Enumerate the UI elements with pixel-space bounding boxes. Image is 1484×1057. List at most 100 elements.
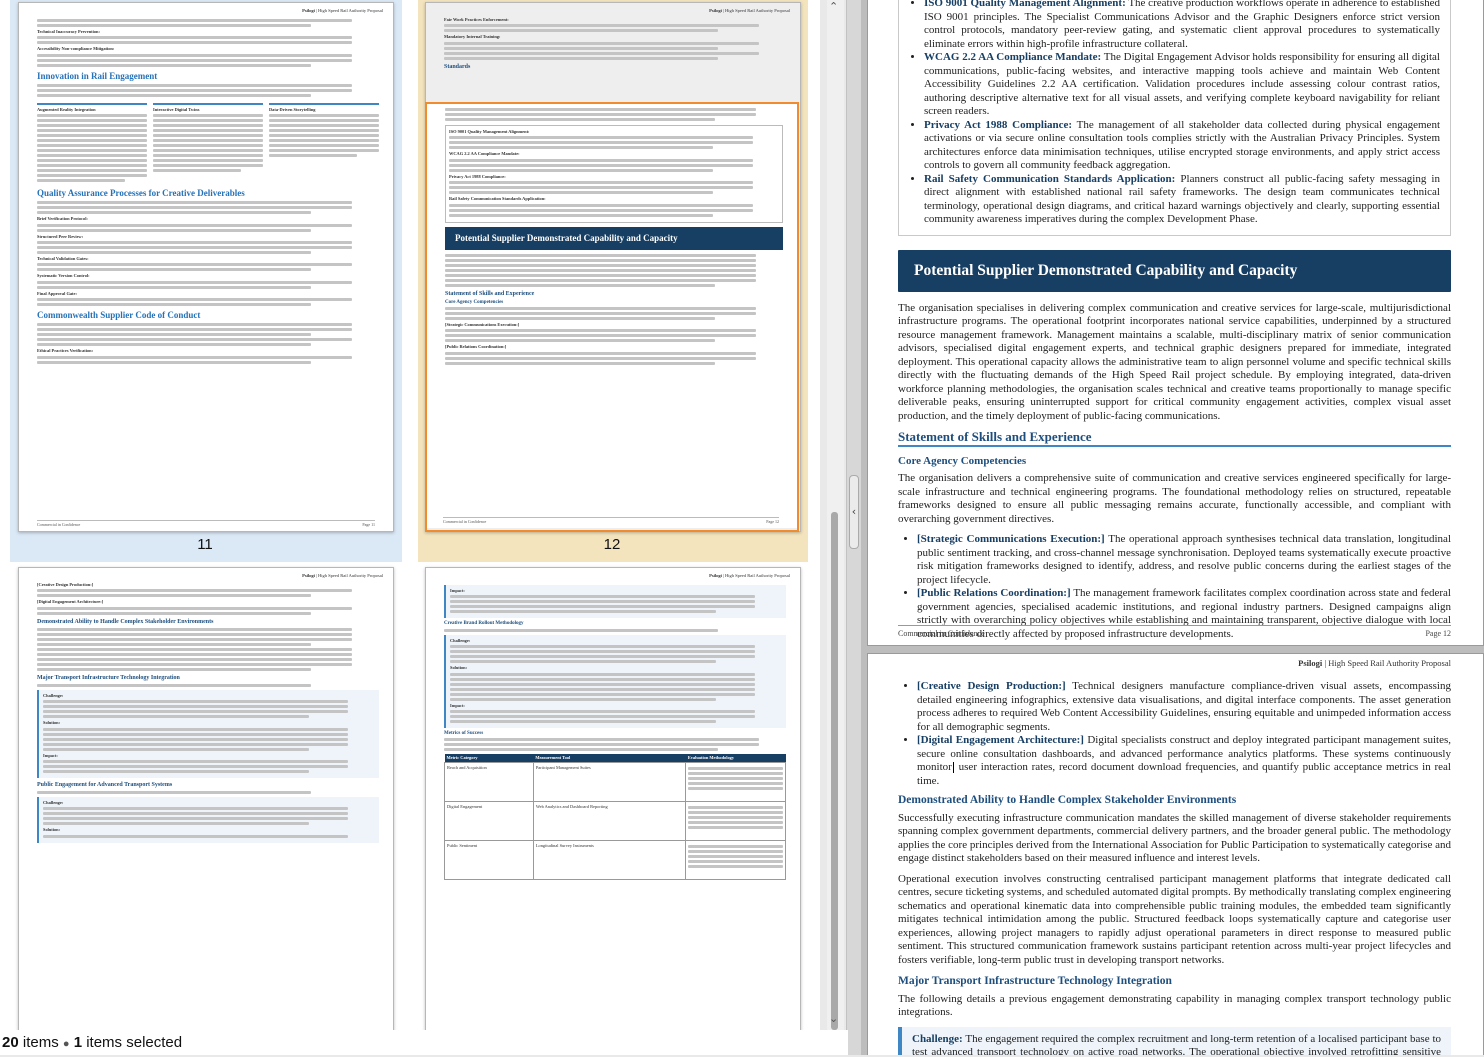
thumb-bullet: Fair Work Practices Enforcement: — [444, 17, 509, 22]
list-item: ISO 9001 Quality Management Alignment: T… — [924, 0, 1440, 51]
preview-page-12: ISO 9001 Quality Management Alignment: T… — [867, 0, 1484, 646]
thumb-content: [Creative Design Production:] [Digital E… — [37, 582, 379, 846]
thumb-heading: Standards — [444, 63, 471, 70]
skills-heading: Statement of Skills and Experience — [898, 430, 1451, 447]
thumb-bullet: Structured Peer Review: — [37, 233, 84, 239]
footer-rule — [898, 625, 1451, 626]
thumb-header: Psilogi | High Speed Rail Authority Prop… — [302, 8, 383, 13]
selected-label: items selected — [86, 1034, 183, 1051]
thumbnail-page-13[interactable]: Psilogi | High Speed Rail Authority Prop… — [18, 567, 394, 1030]
scroll-down-icon[interactable]: ⌄ — [829, 1012, 838, 1025]
thumbnail-page-14[interactable]: Psilogi | High Speed Rail Authority Prop… — [425, 567, 801, 1030]
thumb-content: Technical Inaccuracy Prevention: Accessi… — [37, 17, 379, 366]
thumbnail-page-number: 12 — [603, 536, 621, 553]
thumb-bullet: Rail Safety Communication Standards Appl… — [449, 196, 546, 202]
integration-paragraph: The following details a previous engagem… — [898, 992, 1451, 1019]
capability-paragraph: The organisation specialises in deliveri… — [898, 301, 1451, 422]
thumb-footer: Commercial in Confidence Page 11 — [37, 520, 375, 527]
thumb-bullet: Systematic Version Control: — [37, 273, 90, 279]
thumb-header: Psilogi | High Speed Rail Authority Prop… — [709, 8, 790, 13]
list-item-label: Rail Safety Communication Standards Appl… — [924, 172, 1176, 185]
preview-page-13: Psilogi | High Speed Rail Authority Prop… — [867, 653, 1484, 1055]
page-header: Psilogi | High Speed Rail Authority Prop… — [1298, 658, 1451, 668]
preview-pane[interactable]: ISO 9001 Quality Management Alignment: T… — [861, 0, 1484, 1055]
thumb-callout-label: Solution: — [43, 827, 61, 833]
thumb-bullet: ISO 9001 Quality Management Alignment: — [449, 129, 530, 134]
thumbnail-page-number: 11 — [197, 536, 213, 553]
thumb-bullet: [Creative Design Production:] — [37, 582, 94, 587]
thumb-heading: Quality Assurance Processes for Creative… — [37, 188, 245, 199]
page-footer: Commercial in Confidence Page 12 — [898, 629, 1451, 638]
thumb-callout-label: Challenge: — [43, 800, 64, 806]
list-item-label: Privacy Act 1988 Compliance: — [924, 118, 1073, 131]
capability-band: Potential Supplier Demonstrated Capabili… — [898, 249, 1451, 292]
core-heading: Core Agency Competencies — [898, 454, 1027, 467]
thumb-col-heading: Augmented Reality Integration — [37, 106, 96, 112]
thumb-content: Impact: Creative Brand Rollout Methodolo… — [444, 582, 786, 880]
scrollbar-thumb[interactable] — [831, 512, 838, 1030]
callout-label: Challenge: — [912, 1032, 963, 1045]
pane-splitter[interactable]: ‹ — [846, 0, 862, 1055]
scroll-up-icon[interactable]: ⌃ — [829, 0, 838, 13]
thumb-heading: Public Engagement for Advanced Transport… — [37, 782, 173, 789]
thumb-heading: Innovation in Rail Engagement — [37, 70, 158, 81]
thumb-bullet: Technical Inaccuracy Prevention: — [37, 29, 100, 34]
thumb-metrics-table: Metric Category Measurement Tool Evaluatio… — [444, 754, 786, 880]
text-cursor-icon — [952, 761, 954, 773]
integration-heading: Major Transport Infrastructure Technolog… — [898, 975, 1172, 987]
thumbnail-page-11[interactable]: Psilogi | High Speed Rail Authority Prop… — [18, 2, 394, 532]
separator-dot-icon: ● — [62, 1038, 70, 1050]
thumb-callout-label: Challenge: — [450, 637, 471, 643]
stakeholder-paragraph-1: Successfully executing infrastructure co… — [898, 811, 1451, 865]
list-item: WCAG 2.2 AA Compliance Mandate: The Digi… — [924, 51, 1440, 119]
status-bar: 20 items ● 1 items selected — [0, 1030, 848, 1055]
thumb-bullet: Final Approval Gate: — [37, 290, 77, 296]
thumb-content: Fair Work Practices Enforcement: Mandato… — [444, 17, 786, 72]
callout-text: The engagement required the complex recr… — [912, 1032, 1441, 1056]
list-item: [Creative Design Production:] Technical … — [917, 680, 1451, 734]
footer-left: Commercial in Confidence — [898, 629, 985, 638]
core-paragraph: The organisation delivers a comprehensiv… — [898, 472, 1451, 525]
thumb-bullet: WCAG 2.2 AA Compliance Mandate: — [449, 151, 520, 157]
footer-page-number: Page 12 — [1425, 629, 1451, 638]
list-item-label: WCAG 2.2 AA Compliance Mandate: — [924, 51, 1102, 63]
list-item-label: ISO 9001 Quality Management Alignment: — [924, 0, 1126, 9]
items-label: items — [22, 1034, 59, 1051]
thumb-header: Psilogi | High Speed Rail Authority Prop… — [709, 573, 790, 578]
thumb-bullet: Mandatory Internal Training: — [444, 34, 501, 40]
selected-count: 1 — [73, 1034, 83, 1051]
thumb-callout-label: Impact: — [43, 752, 58, 758]
p13-bullets: [Creative Design Production:] Technical … — [898, 680, 1451, 788]
list-item: Rail Safety Communication Standards Appl… — [924, 173, 1440, 227]
collapse-chevron-icon[interactable]: ‹ — [849, 475, 859, 549]
list-item-label: [Strategic Communications Execution:] — [917, 533, 1105, 545]
thumb-heading: Statement of Skills and Experience — [445, 290, 535, 297]
thumb-band: Potential Supplier Demonstrated Capabili… — [445, 226, 783, 250]
thumb-callout-label: Solution: — [43, 720, 61, 726]
list-item: [Strategic Communications Execution:] Th… — [917, 533, 1451, 587]
thumb-callout-label: Solution: — [450, 665, 468, 671]
thumb-heading: Demonstrated Ability to Handle Complex S… — [37, 618, 214, 625]
thumb-col-heading: Data-Driven Storytelling — [269, 106, 316, 112]
standards-list: ISO 9001 Quality Management Alignment: T… — [905, 0, 1440, 227]
thumb-bullet: [Public Relations Coordination:] — [445, 344, 507, 350]
thumb-col-heading: Interactive Digital Twins — [153, 106, 200, 112]
list-item: [Digital Engagement Architecture:] Digit… — [917, 734, 1451, 788]
thumb-heading: Commonwealth Supplier Code of Conduct — [37, 310, 201, 321]
thumb-heading: Creative Brand Rollout Methodology — [444, 621, 524, 627]
list-item-label: [Public Relations Coordination:] — [917, 587, 1071, 599]
thumb-footer: Commercial in Confidence Page 12 — [443, 517, 779, 524]
thumb-callout-label: Challenge: — [43, 692, 64, 698]
thumb-content: ISO 9001 Quality Management Alignment: W… — [445, 106, 783, 367]
thumb-bullet: Brief Verification Protocol: — [37, 216, 88, 222]
thumbnail-pane[interactable]: Psilogi | High Speed Rail Authority Prop… — [0, 0, 820, 1030]
thumb-bullet: Technical Validation Gates: — [37, 256, 89, 262]
standards-box: ISO 9001 Quality Management Alignment: T… — [898, 0, 1451, 236]
list-item: Privacy Act 1988 Compliance: The managem… — [924, 119, 1440, 173]
thumb-header: Psilogi | High Speed Rail Authority Prop… — [302, 573, 383, 578]
thumb-bullet: Ethical Practices Verification: — [37, 348, 94, 354]
thumb-callout-label: Impact: — [450, 588, 465, 593]
thumb-bullet: Privacy Act 1988 Compliance: — [449, 173, 506, 179]
thumb-heading: Core Agency Competencies — [445, 299, 504, 305]
item-count: 20 — [2, 1034, 19, 1051]
